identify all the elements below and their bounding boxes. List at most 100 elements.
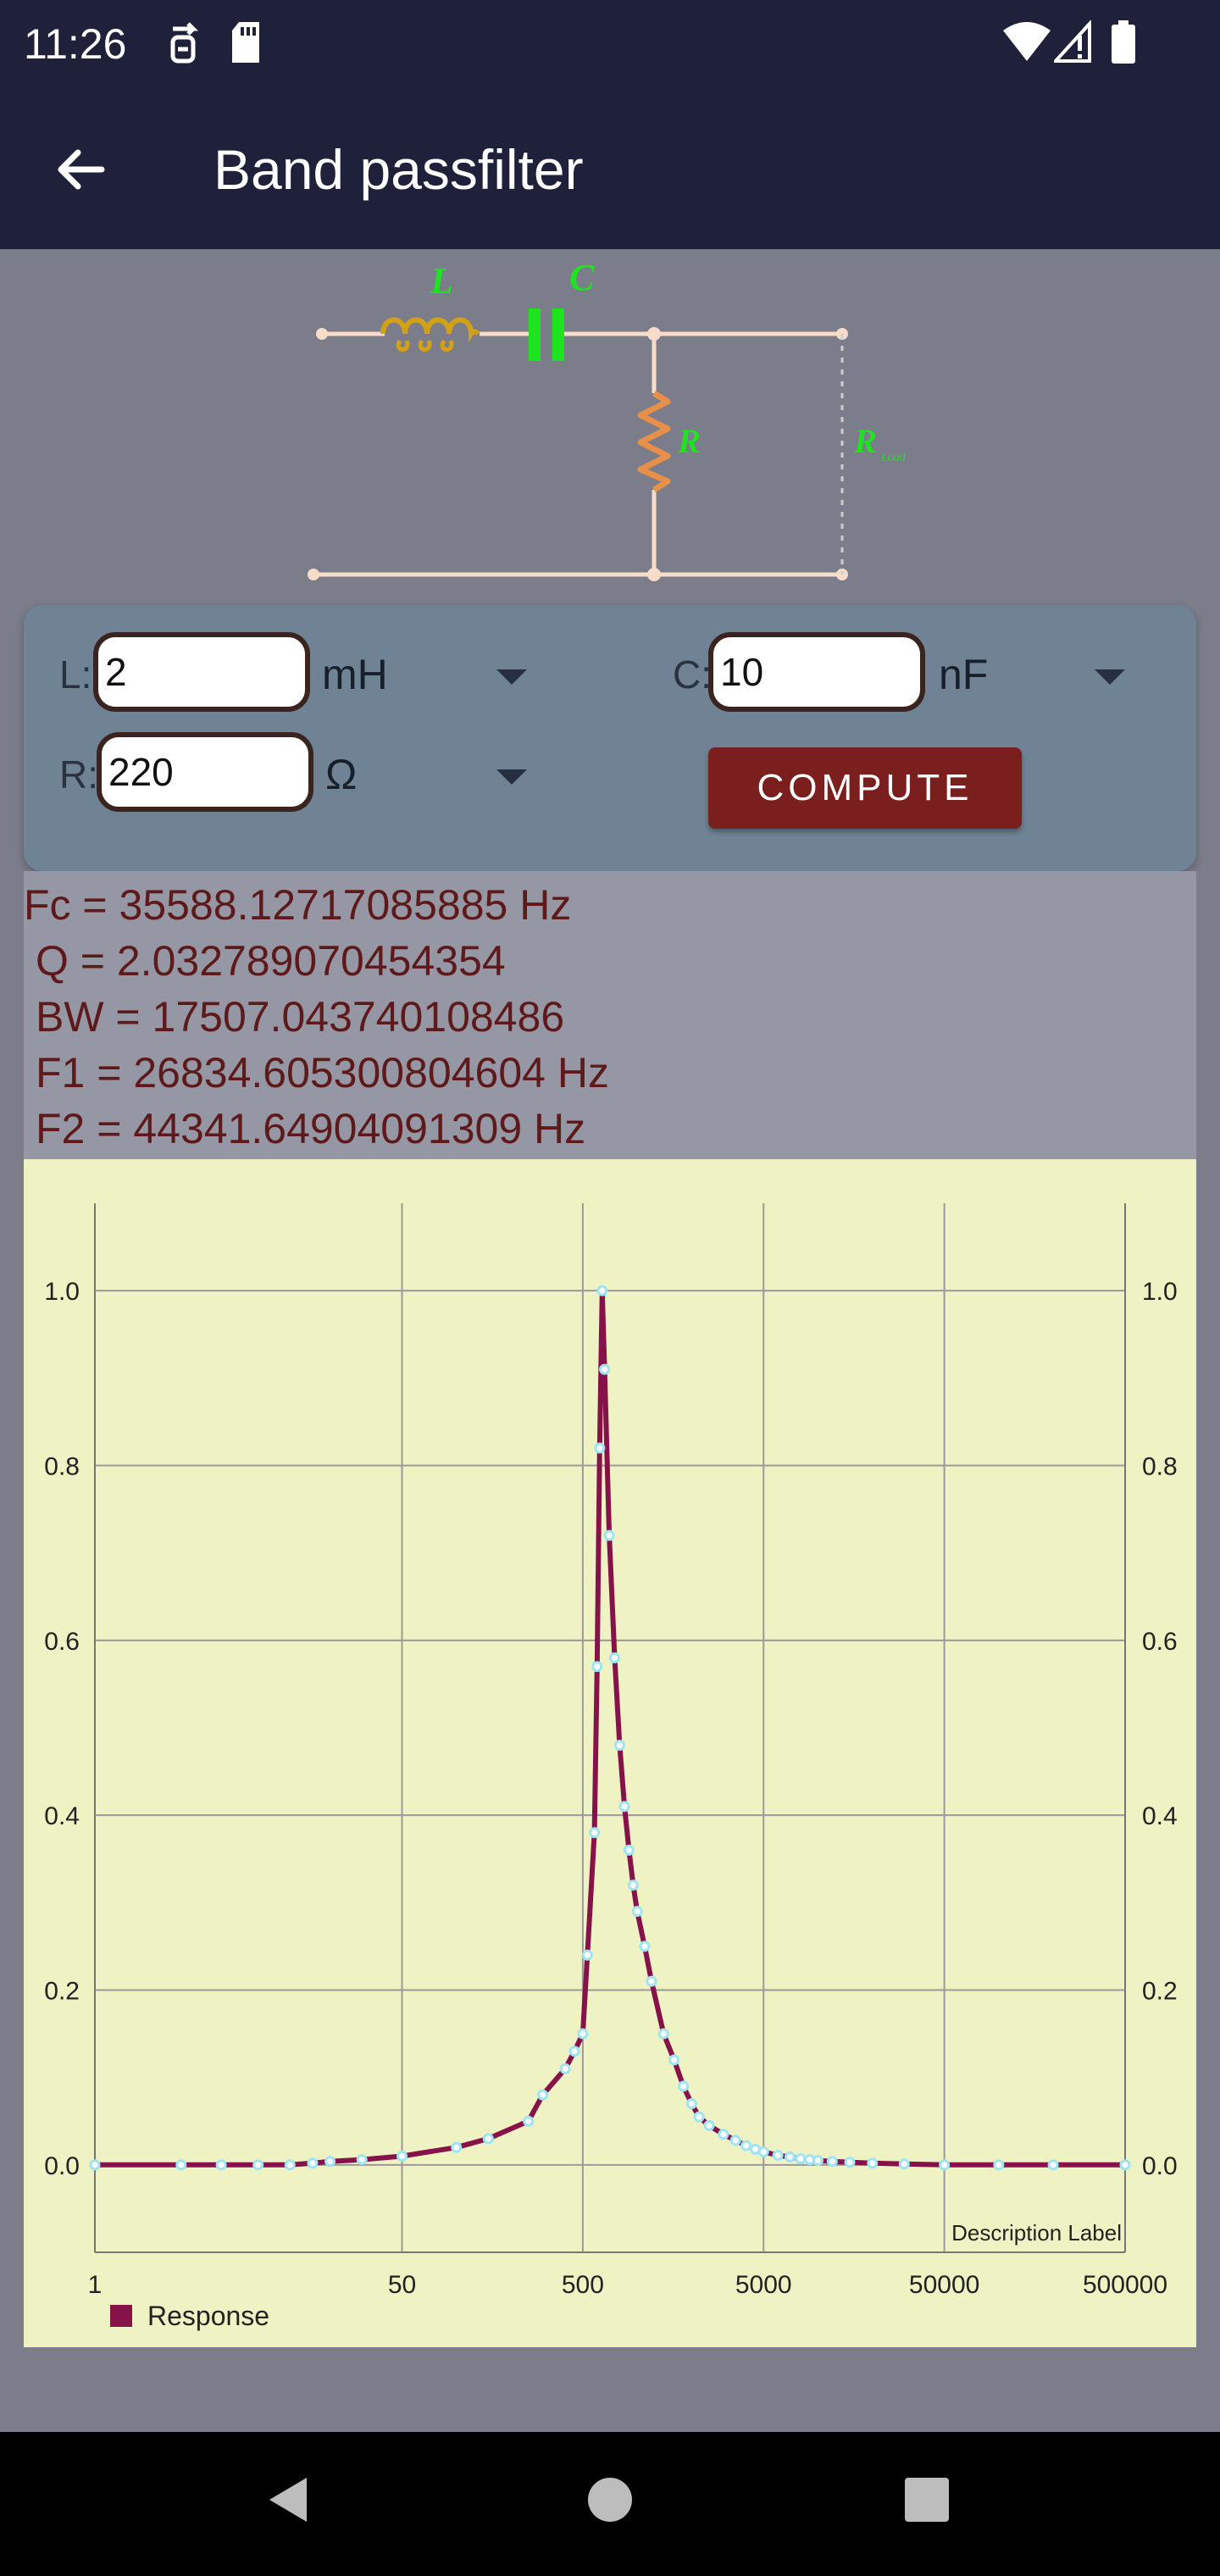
response-data-point xyxy=(599,1363,611,1375)
y-tick-label-right: 0.4 xyxy=(1142,1802,1178,1830)
response-data-point xyxy=(356,2154,368,2166)
response-data-point xyxy=(252,2159,264,2171)
response-data-point xyxy=(646,1975,657,1987)
response-data-point xyxy=(939,2159,951,2171)
response-data-point xyxy=(613,1740,625,1752)
response-data-point xyxy=(482,2133,494,2145)
description-label: Description Label xyxy=(951,2220,1122,2246)
results-panel: Fc = 35588.12717085885 Hz Q = 2.03278907… xyxy=(24,871,1196,1159)
capacitance-unit-label: nF xyxy=(939,651,989,698)
navigation-bar xyxy=(0,2432,1220,2576)
x-tick-label: 5000 xyxy=(735,2271,792,2299)
response-data-point xyxy=(795,2153,807,2165)
sd-card-icon xyxy=(232,22,259,63)
response-chart[interactable]: 1 50 500 5000 50000 500000 0.0 0.0 0.2 0.2 0.4 0.4 0… xyxy=(24,1159,1196,2347)
response-data-point xyxy=(623,1844,635,1856)
resistance-input[interactable]: 220 xyxy=(97,732,313,812)
response-data-point xyxy=(577,2028,589,2040)
result-q: Q = 2.032789070454354 xyxy=(36,937,506,985)
response-data-point xyxy=(784,2151,796,2163)
response-data-point xyxy=(685,2098,697,2110)
response-data-point xyxy=(729,2135,741,2146)
wifi-icon xyxy=(1003,22,1051,61)
recents-square-icon[interactable] xyxy=(901,2474,952,2525)
status-time: 11:26 xyxy=(24,20,127,68)
response-series-line xyxy=(95,1288,1125,2168)
response-data-point xyxy=(826,2156,838,2168)
arrow-back-icon xyxy=(58,149,105,190)
capacitance-input[interactable]: 10 xyxy=(708,632,925,712)
response-data-point xyxy=(844,2157,856,2168)
resistance-label: R: xyxy=(59,752,98,797)
result-fc: Fc = 35588.12717085885 Hz xyxy=(24,881,572,929)
resistance-unit-select[interactable]: Ω xyxy=(325,741,546,808)
resistance-unit-label: Ω xyxy=(325,751,358,798)
x-tick-label: 1 xyxy=(88,2271,103,2299)
response-data-point xyxy=(284,2159,296,2171)
response-data-point xyxy=(537,2089,549,2101)
back-button[interactable] xyxy=(47,136,115,203)
circuit-nodes xyxy=(308,327,848,581)
inductor-loops xyxy=(396,339,454,352)
response-data-point xyxy=(678,2080,690,2092)
legend-label: Response xyxy=(147,2301,269,2331)
response-data-point xyxy=(812,2155,824,2167)
home-circle-icon[interactable] xyxy=(585,2474,635,2525)
response-data-point xyxy=(1047,2159,1059,2171)
y-tick-label-right: 1.0 xyxy=(1142,1278,1178,1306)
response-data-point xyxy=(627,1879,639,1891)
y-tick-label-right: 0.8 xyxy=(1142,1453,1178,1481)
y-tick-label-left: 0.6 xyxy=(44,1628,80,1656)
response-data-point xyxy=(175,2159,187,2171)
x-tick-label: 500000 xyxy=(1083,2271,1167,2299)
chevron-down-icon xyxy=(1095,669,1125,685)
result-f2: F2 = 44341.64904091309 Hz xyxy=(36,1105,586,1152)
status-bar: 11:26 xyxy=(0,0,1220,88)
capacitance-unit-select[interactable]: nF xyxy=(939,641,1142,708)
response-data-point xyxy=(559,2062,571,2074)
load-resistor-label: R xyxy=(853,422,877,460)
inductance-unit-select[interactable]: mH xyxy=(322,641,542,708)
compute-button[interactable]: COMPUTE xyxy=(708,747,1022,829)
capacitance-label: C: xyxy=(673,652,712,697)
back-triangle-icon[interactable] xyxy=(264,2474,315,2525)
response-data-point xyxy=(867,2157,879,2169)
response-data-point xyxy=(657,2028,669,2040)
circuit-wires xyxy=(313,331,842,577)
response-data-point xyxy=(898,2158,910,2170)
inductance-input[interactable]: 2 xyxy=(93,632,310,712)
result-bw: BW = 17507.043740108486 xyxy=(36,993,565,1041)
response-data-point xyxy=(589,1827,601,1839)
resistor-icon xyxy=(637,391,671,492)
legend-swatch xyxy=(110,2305,132,2327)
capacitor-label: C xyxy=(569,257,595,298)
circuit-diagram: L C R R Load xyxy=(308,257,907,581)
y-tick-label-left: 0.0 xyxy=(44,2152,80,2180)
sync-icon xyxy=(170,22,199,64)
response-data-point xyxy=(596,1285,608,1296)
y-tick-label-right: 0.2 xyxy=(1142,1978,1178,2006)
response-data-point xyxy=(89,2159,101,2171)
response-data-point xyxy=(307,2157,319,2169)
signal-icon xyxy=(1054,20,1091,63)
result-f1: F1 = 26834.605300804604 Hz xyxy=(36,1049,609,1096)
y-tick-label-left: 0.8 xyxy=(44,1453,80,1481)
input-panel: L: 2 mH C: 10 nF R: 220 Ω COMPUTE xyxy=(24,605,1196,871)
capacitor-icon xyxy=(529,308,564,361)
inductor-icon xyxy=(380,317,480,342)
response-data-point xyxy=(703,2119,715,2131)
response-data-point xyxy=(1119,2159,1131,2171)
y-tick-label-right: 0.6 xyxy=(1142,1628,1178,1656)
battery-icon xyxy=(1112,20,1135,64)
chevron-down-icon xyxy=(496,669,527,685)
x-tick-label: 50000 xyxy=(909,2271,979,2299)
response-data-point xyxy=(618,1801,630,1813)
response-data-point xyxy=(591,1661,603,1673)
app-bar: Band passfilter xyxy=(0,88,1220,249)
response-data-point xyxy=(639,1940,651,1952)
response-data-point xyxy=(215,2159,227,2171)
response-data-point xyxy=(581,1949,593,1961)
response-data-point xyxy=(608,1652,620,1663)
response-data-point xyxy=(757,2146,769,2157)
response-data-point xyxy=(740,2140,752,2151)
